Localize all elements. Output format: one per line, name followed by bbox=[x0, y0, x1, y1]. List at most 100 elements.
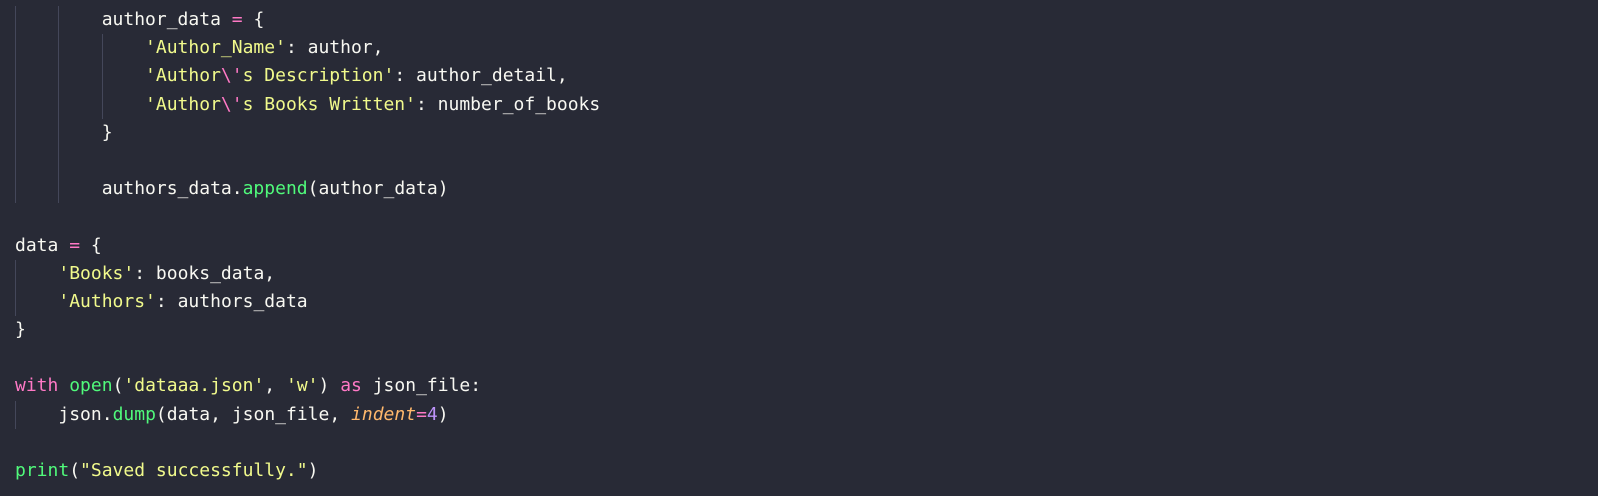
code-token-punc: ) bbox=[318, 375, 341, 397]
code-token-var: authors_data bbox=[101, 178, 232, 200]
indent-guide bbox=[15, 259, 16, 288]
code-line: print("Saved successfully.") bbox=[15, 457, 600, 485]
indent-guide bbox=[58, 34, 60, 63]
code-token-punc: : bbox=[415, 93, 438, 115]
indent-guide bbox=[15, 400, 16, 429]
code-token-var: authors_data bbox=[177, 290, 308, 312]
indent-guide bbox=[15, 287, 16, 317]
code-token-punc: { bbox=[80, 234, 102, 256]
indent-guide bbox=[58, 146, 60, 176]
code-token-kw: as bbox=[340, 375, 362, 397]
code-token-str: 'Author_Name' bbox=[145, 37, 286, 59]
indent-guide bbox=[101, 90, 103, 119]
indent-guide bbox=[15, 34, 16, 63]
code-token-punc bbox=[58, 235, 69, 256]
code-token-punc: ( bbox=[307, 178, 319, 200]
code-token-punc bbox=[221, 9, 232, 30]
code-token-punc: ( bbox=[69, 460, 81, 481]
code-token-punc: . bbox=[101, 403, 113, 425]
code-token-punc: , bbox=[372, 37, 384, 59]
indent-guide bbox=[15, 6, 16, 35]
code-token-var: data bbox=[15, 234, 59, 256]
indent-guide bbox=[101, 62, 103, 91]
code-token-var: author_data bbox=[318, 178, 438, 200]
code-token-punc: : bbox=[134, 262, 156, 284]
code-token-punc: : bbox=[470, 375, 482, 397]
indent-guide bbox=[101, 34, 103, 63]
indent-guide bbox=[58, 62, 60, 91]
code-token-str: 'Books' bbox=[58, 262, 135, 284]
code-token-func: append bbox=[242, 178, 308, 200]
code-token-param: indent bbox=[351, 403, 417, 425]
code-token-punc: , bbox=[264, 262, 276, 284]
code-line: with open('dataaa.json', 'w') as json_fi… bbox=[15, 372, 600, 400]
code-token-punc: ) bbox=[307, 460, 319, 481]
code-token-punc bbox=[58, 375, 69, 396]
code-token-punc: . bbox=[231, 178, 243, 200]
code-line: 'Authors': authors_data bbox=[15, 287, 600, 317]
code-line: authors_data.append(author_data) bbox=[15, 175, 600, 204]
code-token-func: dump bbox=[112, 403, 156, 425]
code-token-punc: , bbox=[329, 403, 352, 425]
indent-guide bbox=[15, 146, 16, 176]
indent-guide bbox=[15, 118, 16, 147]
code-token-punc: , bbox=[556, 65, 568, 87]
code-token-var: number_of_books bbox=[437, 93, 601, 115]
code-token-kw: with bbox=[15, 375, 59, 397]
indent-guide bbox=[58, 6, 60, 35]
code-line: 'Books': books_data, bbox=[15, 259, 600, 288]
code-token-punc bbox=[362, 375, 373, 396]
code-token-str: 'Author bbox=[145, 93, 221, 115]
indent-guide bbox=[58, 90, 60, 119]
indent-guide bbox=[15, 175, 16, 204]
code-token-punc: , bbox=[264, 375, 286, 397]
code-token-var: json_file bbox=[372, 375, 471, 397]
code-token-punc: } bbox=[15, 319, 26, 341]
code-token-str: 'dataaa.json' bbox=[123, 375, 265, 397]
code-token-punc: ) bbox=[437, 403, 449, 425]
indent-guide bbox=[15, 62, 16, 91]
code-token-punc: : bbox=[155, 290, 178, 312]
code-line: 'Author\'s Books Written': number_of_boo… bbox=[15, 90, 601, 119]
code-token-op: = bbox=[416, 403, 427, 425]
code-token-op: = bbox=[231, 9, 243, 30]
code-token-punc: ( bbox=[155, 403, 167, 425]
code-line: json.dump(data, json_file, indent=4) bbox=[15, 400, 600, 429]
code-area[interactable]: author_data = { 'Author_Name': author, '… bbox=[15, 6, 600, 485]
code-token-func: print bbox=[15, 460, 70, 481]
code-token-var: books_data bbox=[155, 262, 265, 284]
indent-guide bbox=[58, 118, 60, 147]
code-token-var: author_data bbox=[101, 9, 221, 30]
code-token-var: data bbox=[166, 403, 211, 425]
code-token-esc: \' bbox=[220, 93, 243, 115]
code-token-num: 4 bbox=[426, 403, 438, 425]
code-line: 'Author\'s Description': author_detail, bbox=[15, 62, 600, 91]
code-line: data = { bbox=[15, 232, 600, 260]
code-token-str: "Saved successfully." bbox=[80, 460, 308, 481]
code-token-var: json_file bbox=[231, 403, 330, 425]
code-token-str: s Books Written' bbox=[242, 93, 416, 115]
code-line: } bbox=[15, 118, 600, 147]
code-token-punc: : bbox=[394, 65, 416, 87]
code-token-esc: \' bbox=[220, 65, 243, 87]
code-editor[interactable]: author_data = { 'Author_Name': author, '… bbox=[0, 0, 1598, 496]
indent-guide bbox=[58, 175, 60, 204]
code-token-str: 'Author bbox=[145, 65, 221, 87]
code-token-punc: ) bbox=[437, 178, 449, 200]
code-token-str: 'w' bbox=[285, 375, 319, 397]
code-token-var: json bbox=[58, 403, 102, 425]
code-token-func: open bbox=[69, 375, 113, 397]
code-line: } bbox=[15, 316, 600, 344]
code-line: 'Author_Name': author, bbox=[15, 34, 600, 63]
code-token-var: author bbox=[307, 37, 373, 59]
code-token-punc: ( bbox=[112, 375, 124, 397]
